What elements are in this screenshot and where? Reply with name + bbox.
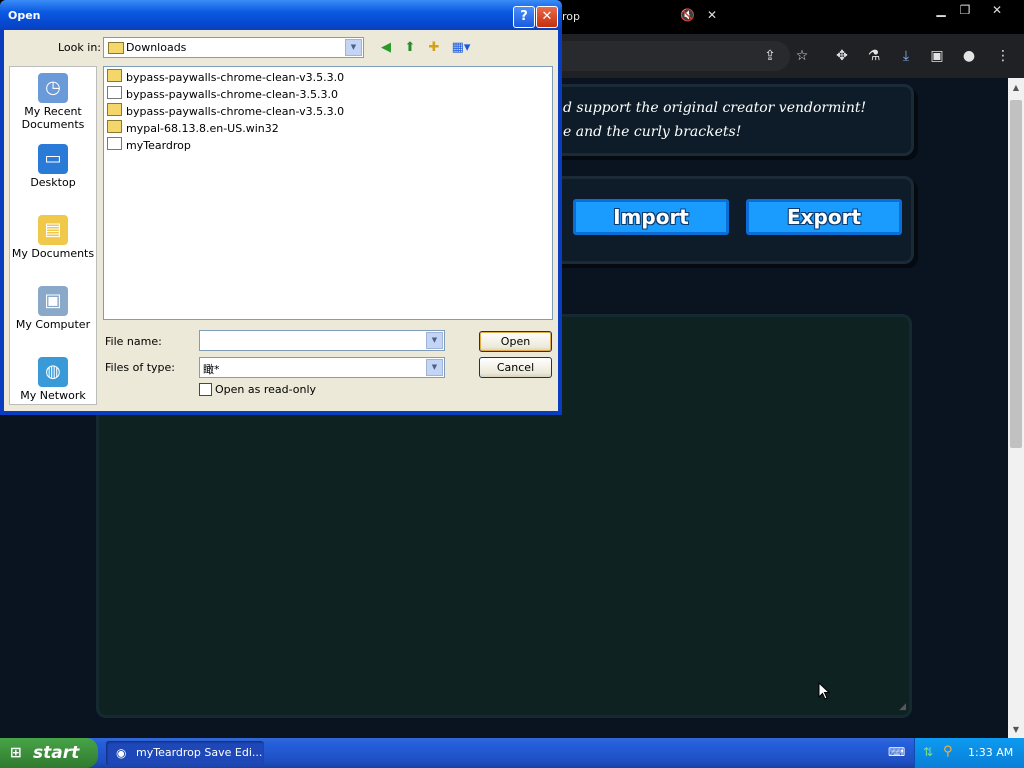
read-only-label: Open as read-only <box>215 383 317 396</box>
dialog-close-button[interactable]: ✕ <box>536 6 558 28</box>
files-of-type-select[interactable]: 瞰* ▼ <box>199 357 445 378</box>
chevron-down-icon[interactable]: ▼ <box>426 332 443 349</box>
open-button[interactable]: Open <box>479 331 552 352</box>
place-recent-documents[interactable]: ◷ My Recent Documents <box>10 73 96 131</box>
file-name: bypass-paywalls-chrome-clean-v3.5.3.0 <box>126 71 345 84</box>
recent-documents-icon: ◷ <box>38 73 68 103</box>
place-label: My Documents <box>11 247 95 260</box>
files-of-type-label: Files of type: <box>105 361 176 374</box>
mute-tab-icon[interactable]: 🔇 <box>680 8 695 22</box>
places-bar: ◷ My Recent Documents ▭ Desktop ▤ My Doc… <box>9 66 97 405</box>
place-my-network[interactable]: ◍ My Network <box>10 357 96 402</box>
place-label: Desktop <box>30 176 76 189</box>
chevron-down-icon[interactable]: ▼ <box>345 39 362 56</box>
place-desktop[interactable]: ▭ Desktop <box>10 144 96 189</box>
notice-line-2: e and the curly brackets! <box>563 124 742 140</box>
share-icon[interactable]: ⇪ <box>759 45 781 67</box>
cancel-button[interactable]: Cancel <box>479 357 552 378</box>
my-documents-icon: ▤ <box>38 215 68 245</box>
new-folder-icon[interactable]: ✚ <box>424 39 444 57</box>
look-in-label: Look in: <box>58 41 101 54</box>
read-only-checkbox[interactable] <box>199 383 212 396</box>
file-name: myTeardrop <box>126 139 191 152</box>
scroll-up-arrow-icon[interactable]: ▲ <box>1008 80 1024 96</box>
address-bar[interactable] <box>562 41 790 71</box>
browser-menu-icon[interactable]: ⋮ <box>992 45 1014 67</box>
look-in-value: Downloads <box>126 41 187 54</box>
start-button[interactable]: ⊞ start <box>0 738 98 768</box>
list-item[interactable]: bypass-paywalls-chrome-clean-v3.5.3.0 <box>107 103 344 119</box>
windows-logo-icon: ⊞ <box>10 745 22 761</box>
resize-handle-icon[interactable]: ◢ <box>899 702 906 712</box>
side-panel-icon[interactable]: ▣ <box>926 45 948 67</box>
dialog-title-bar[interactable] <box>0 0 562 30</box>
back-icon[interactable]: ◀ <box>376 39 396 57</box>
text-file-icon <box>107 137 122 150</box>
list-item[interactable]: bypass-paywalls-chrome-clean-3.5.3.0 <box>107 86 338 102</box>
profile-avatar-icon[interactable]: ● <box>958 45 980 67</box>
browser-app-icon: ◉ <box>116 746 127 760</box>
place-my-computer[interactable]: ▣ My Computer <box>10 286 96 331</box>
labs-flask-icon[interactable]: ⚗ <box>863 45 885 67</box>
views-menu-icon[interactable]: ▦▾ <box>449 39 473 57</box>
close-window-button[interactable]: ✕ <box>982 1 1012 19</box>
search-icon[interactable]: ⚲ <box>943 744 953 759</box>
look-in-combo[interactable]: Downloads ▼ <box>103 37 364 58</box>
file-name: bypass-paywalls-chrome-clean-3.5.3.0 <box>126 88 338 101</box>
import-button[interactable]: Import <box>573 199 729 235</box>
close-tab-icon[interactable]: ✕ <box>707 8 717 22</box>
my-network-icon: ◍ <box>38 357 68 387</box>
file-name-label: File name: <box>105 335 162 348</box>
mouse-cursor-icon <box>818 682 830 700</box>
chevron-down-icon[interactable]: ▼ <box>426 359 443 376</box>
files-of-type-value: 瞰* <box>203 363 220 376</box>
place-label: My Computer <box>15 318 91 331</box>
export-button[interactable]: Export <box>746 199 902 235</box>
crx-file-icon <box>107 86 122 99</box>
system-tray: ⌨ ⇅ ⚲ 1:33 AM <box>888 738 1024 768</box>
open-file-dialog: Open ? ✕ Look in: Downloads ▼ ◀ ⬆ ✚ ▦▾ ◷… <box>0 0 562 415</box>
place-my-documents[interactable]: ▤ My Documents <box>10 215 96 260</box>
zip-icon <box>107 120 122 133</box>
extensions-icon[interactable]: ✥ <box>831 45 853 67</box>
browser-tab-title[interactable]: rop <box>562 10 580 23</box>
file-name: bypass-paywalls-chrome-clean-v3.5.3.0 <box>126 105 345 118</box>
place-label: My Network <box>20 389 86 402</box>
list-item[interactable]: mypal-68.13.8.en-US.win32 <box>107 120 279 136</box>
scroll-down-arrow-icon[interactable]: ▼ <box>1008 722 1024 738</box>
file-name-input[interactable]: ▼ <box>199 330 445 351</box>
bookmark-star-icon[interactable]: ☆ <box>791 45 813 67</box>
scrollbar-thumb[interactable] <box>1010 100 1022 448</box>
list-item[interactable]: myTeardrop <box>107 137 191 153</box>
download-icon[interactable]: ⤓ <box>895 45 917 67</box>
folder-icon <box>107 69 122 82</box>
network-icon[interactable]: ⇅ <box>923 745 933 759</box>
clock: 1:33 AM <box>968 746 1014 759</box>
list-item[interactable]: bypass-paywalls-chrome-clean-v3.5.3.0 <box>107 69 344 85</box>
file-name: mypal-68.13.8.en-US.win32 <box>126 122 279 135</box>
notice-line-1: d support the original creator vendormin… <box>563 100 867 116</box>
help-button[interactable]: ? <box>513 6 535 28</box>
up-folder-icon[interactable]: ⬆ <box>400 39 420 57</box>
taskbar-item-label: myTeardrop Save Edi... <box>136 746 263 759</box>
dialog-title: Open <box>8 9 41 22</box>
file-list[interactable]: bypass-paywalls-chrome-clean-v3.5.3.0 by… <box>103 66 553 320</box>
zip-icon <box>107 103 122 116</box>
taskbar-item-browser[interactable]: ◉ myTeardrop Save Edi... <box>106 741 264 765</box>
folder-icon <box>108 42 124 54</box>
desktop-icon: ▭ <box>38 144 68 174</box>
start-label: start <box>33 743 80 763</box>
my-computer-icon: ▣ <box>38 286 68 316</box>
keyboard-icon[interactable]: ⌨ <box>888 745 905 759</box>
place-label: My Recent Documents <box>21 105 85 131</box>
restore-window-button[interactable]: ❐ <box>950 1 980 19</box>
